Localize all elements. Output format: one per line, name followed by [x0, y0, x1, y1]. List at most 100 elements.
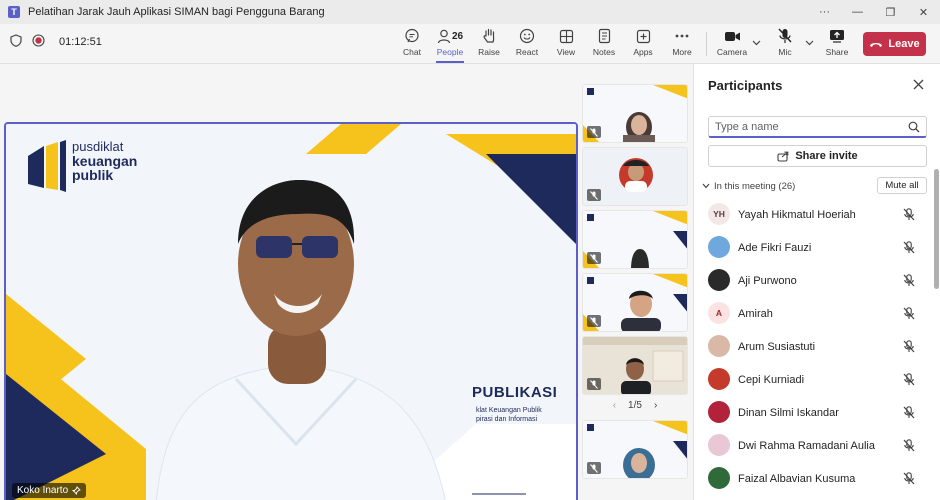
- participant-name: Dwi Rahma Ramadani Aulia: [738, 439, 875, 452]
- apps-button[interactable]: Apps: [624, 27, 662, 61]
- mic-off-icon[interactable]: [903, 274, 915, 290]
- raise-label: Raise: [478, 47, 500, 57]
- close-panel-icon[interactable]: [913, 77, 924, 94]
- toolbar-divider: [706, 32, 707, 56]
- prev-page-chevron-icon[interactable]: ‹: [613, 400, 616, 411]
- mic-off-icon[interactable]: [903, 406, 915, 422]
- participant-row[interactable]: Ade Fikri Fauzi: [694, 231, 934, 264]
- mic-off-icon[interactable]: [903, 373, 915, 389]
- tile-mute-icon: [587, 252, 601, 264]
- react-button[interactable]: React: [508, 27, 546, 61]
- participant-name: Faizal Albavian Kusuma: [738, 472, 856, 485]
- page-indicator: 1/5: [628, 399, 642, 411]
- view-label: View: [556, 47, 576, 57]
- video-tile[interactable]: [582, 84, 688, 143]
- more-button[interactable]: More: [663, 27, 701, 61]
- panel-title: Participants: [708, 78, 783, 93]
- add-apps-icon: [636, 27, 651, 45]
- in-meeting-section[interactable]: In this meeting (26) Mute all: [702, 177, 927, 195]
- camera-button[interactable]: Camera: [713, 27, 751, 61]
- people-icon: [437, 29, 451, 43]
- avatar-initials: A: [715, 308, 723, 318]
- mic-off-icon: [778, 27, 792, 45]
- avatar: [708, 236, 730, 258]
- tile-mute-icon: [587, 126, 601, 138]
- leave-button[interactable]: Leave: [863, 32, 926, 56]
- notes-button[interactable]: Notes: [585, 27, 623, 61]
- emoji-icon: [519, 27, 535, 45]
- mic-label: Mic: [778, 47, 792, 57]
- participant-row[interactable]: Dwi Rahma Ramadani Aulia: [694, 429, 934, 462]
- chevron-down-icon[interactable]: [702, 183, 710, 189]
- participant-name: Amirah: [738, 307, 773, 320]
- participant-name: Ade Fikri Fauzi: [738, 241, 812, 254]
- participant-row[interactable]: Aji Purwono: [694, 264, 934, 297]
- participant-row[interactable]: Faizal Albavian Kusuma: [694, 462, 934, 495]
- share-invite-button[interactable]: Share invite: [708, 145, 927, 167]
- teams-app-icon: T: [8, 6, 20, 18]
- minimize-button[interactable]: —: [841, 0, 874, 24]
- shield-icon[interactable]: [10, 34, 22, 50]
- leave-label: Leave: [888, 38, 920, 50]
- agency-logo: pusdiklat keuangan publik: [72, 140, 137, 183]
- mic-off-icon[interactable]: [903, 472, 915, 488]
- video-tile[interactable]: [582, 336, 688, 395]
- avatar-initials: YH: [713, 209, 725, 219]
- participant-row[interactable]: YH Yayah Hikmatul Hoeriah: [694, 198, 934, 231]
- mic-off-icon[interactable]: [903, 439, 915, 455]
- phone-hangup-icon: [870, 42, 883, 47]
- more-options-icon[interactable]: ···: [808, 0, 841, 24]
- participant-name: Arum Susiastuti: [738, 340, 816, 353]
- participant-search[interactable]: [708, 116, 927, 138]
- avatar: YH: [708, 203, 730, 225]
- share-invite-icon: [777, 151, 789, 162]
- video-tile[interactable]: [582, 210, 688, 269]
- window-title: Pelatihan Jarak Jauh Aplikasi SIMAN bagi…: [28, 6, 325, 18]
- share-screen-icon: [829, 27, 845, 45]
- panel-scrollbar[interactable]: [934, 169, 939, 289]
- view-button[interactable]: View: [547, 27, 585, 61]
- pin-icon[interactable]: [72, 486, 81, 495]
- banner-title: PUBLIKASI: [472, 384, 558, 401]
- section-label: In this meeting (26): [714, 180, 796, 192]
- next-page-chevron-icon[interactable]: ›: [654, 400, 657, 411]
- mute-all-button[interactable]: Mute all: [877, 177, 927, 194]
- recording-icon[interactable]: [32, 34, 45, 50]
- close-window-button[interactable]: ✕: [907, 0, 940, 24]
- camera-icon: [724, 27, 741, 45]
- people-count: 26: [451, 30, 464, 42]
- participant-row[interactable]: Arum Susiastuti: [694, 330, 934, 363]
- search-input[interactable]: [715, 120, 895, 133]
- title-bar: T Pelatihan Jarak Jauh Aplikasi SIMAN ba…: [0, 0, 940, 24]
- logo-line-2: keuangan: [72, 152, 138, 169]
- participant-name: Aji Purwono: [738, 274, 797, 287]
- mic-off-icon[interactable]: [903, 241, 915, 257]
- restore-button[interactable]: ❐: [874, 0, 907, 24]
- participant-row[interactable]: Dinan Silmi Iskandar: [694, 396, 934, 429]
- video-tile[interactable]: [582, 420, 688, 479]
- banner-subtitle: klat Keuangan Publik pirasi dan Informas…: [476, 406, 542, 425]
- search-icon[interactable]: [908, 121, 920, 136]
- presenter-video[interactable]: pusdiklat keuangan publik PUBLIKASI klat…: [4, 122, 578, 500]
- mic-options-chevron-icon[interactable]: [805, 38, 814, 48]
- avatar: [708, 401, 730, 423]
- share-button[interactable]: Share: [818, 27, 856, 61]
- mic-off-icon[interactable]: [903, 208, 915, 224]
- mic-button[interactable]: Mic: [766, 27, 804, 61]
- video-tile[interactable]: [582, 147, 688, 206]
- share-invite-label: Share invite: [795, 150, 858, 162]
- raise-hand-button[interactable]: Raise: [470, 27, 508, 61]
- people-button[interactable]: 26 People: [432, 27, 468, 63]
- mic-off-icon[interactable]: [903, 307, 915, 323]
- participant-row[interactable]: Cepi Kurniadi: [694, 363, 934, 396]
- video-tile[interactable]: [582, 273, 688, 332]
- camera-options-chevron-icon[interactable]: [752, 38, 761, 48]
- tile-mute-icon: [587, 189, 601, 201]
- banner-subtitle-1: klat Keuangan Publik: [476, 407, 542, 414]
- chat-button[interactable]: Chat: [393, 27, 431, 61]
- participant-row[interactable]: A Amirah: [694, 297, 934, 330]
- people-label: People: [436, 47, 464, 57]
- mic-off-icon[interactable]: [903, 340, 915, 356]
- ellipsis-icon: [674, 27, 690, 45]
- logo-line-3: publik: [72, 167, 114, 184]
